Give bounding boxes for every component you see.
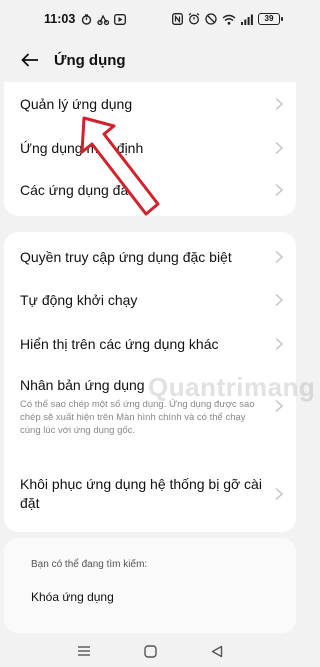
chevron-right-icon — [275, 293, 284, 307]
suggestions-heading: Bạn có thể đang tìm kiếm: — [31, 559, 148, 570]
list-item-text: Nhân bản ứng dụng Có thể sao chép một số… — [20, 376, 266, 437]
timer-icon — [82, 13, 92, 25]
list-item-display-over-apps[interactable]: Hiển thị trên các ứng dụng khác — [20, 332, 284, 356]
wifi-icon — [222, 14, 236, 25]
home-icon[interactable] — [144, 644, 158, 658]
back-button[interactable] — [18, 48, 42, 72]
list-item-app-management[interactable]: Quản lý ứng dụng — [20, 92, 284, 116]
list-item-label: Khôi phục ứng dụng hệ thống bị gỡ cài đặ… — [20, 476, 262, 511]
back-arrow-icon — [21, 53, 38, 67]
chevron-right-icon — [275, 399, 284, 413]
do-not-disturb-icon — [205, 13, 217, 25]
chevron-right-icon — [275, 183, 284, 197]
page-title: Ứng dụng — [54, 51, 126, 69]
signal-icon — [241, 14, 253, 25]
alarm-icon — [188, 13, 200, 25]
list-item-label: Nhân bản ứng dụng — [20, 376, 145, 393]
list-item-app-clone[interactable]: Nhân bản ứng dụng Có thể sao chép một số… — [20, 370, 284, 442]
list-item-auto-launch[interactable]: Tự động khởi chạy — [20, 288, 284, 312]
settings-group-2: Quyền truy cập ứng dụng đặc biệt Tự động… — [4, 232, 296, 532]
media-play-icon — [114, 13, 127, 25]
status-bar: 11:03 39 — [0, 0, 300, 38]
list-item-label: Quyền truy cập ứng dụng đặc biệt — [20, 248, 232, 265]
list-item-default-apps[interactable]: Ứng dụng mặc định — [20, 136, 284, 160]
settings-group-1: Quản lý ứng dụng Ứng dụng mặc định Các ứ… — [4, 82, 296, 216]
status-time: 11:03 — [44, 12, 76, 26]
list-item-label: Hiển thị trên các ứng dụng khác — [20, 335, 219, 352]
chevron-right-icon — [275, 97, 284, 111]
list-item-special-access[interactable]: Quyền truy cập ứng dụng đặc biệt — [20, 245, 284, 269]
chevron-right-icon — [275, 141, 284, 155]
delivery-icon — [97, 14, 110, 25]
list-item-description: Có thể sao chép một số ứng dụng. Ứng dụn… — [20, 398, 255, 436]
app-bar: Ứng dụng — [0, 40, 300, 80]
recent-apps-icon[interactable] — [77, 645, 91, 657]
chevron-right-icon — [275, 250, 284, 264]
back-nav-icon[interactable] — [211, 645, 223, 658]
list-item-label: Các ứng dụng đã tắt — [20, 181, 148, 198]
chevron-right-icon — [275, 337, 284, 351]
list-item-label: Quản lý ứng dụng — [20, 95, 133, 112]
chevron-right-icon — [275, 487, 284, 501]
nfc-icon — [172, 13, 183, 25]
suggestions-card: Bạn có thể đang tìm kiếm: Khóa ứng dụng — [4, 538, 296, 633]
list-item-label: Tự động khởi chạy — [20, 291, 138, 308]
battery-indicator: 39 — [258, 13, 283, 25]
list-item-label: Ứng dụng mặc định — [20, 139, 144, 156]
list-item-disabled-apps[interactable]: Các ứng dụng đã tắt — [20, 178, 284, 202]
suggestion-item-app-lock[interactable]: Khóa ứng dụng — [31, 590, 114, 604]
navigation-bar — [0, 635, 300, 667]
list-item-restore-system-apps[interactable]: Khôi phục ứng dụng hệ thống bị gỡ cài đặ… — [20, 474, 284, 514]
